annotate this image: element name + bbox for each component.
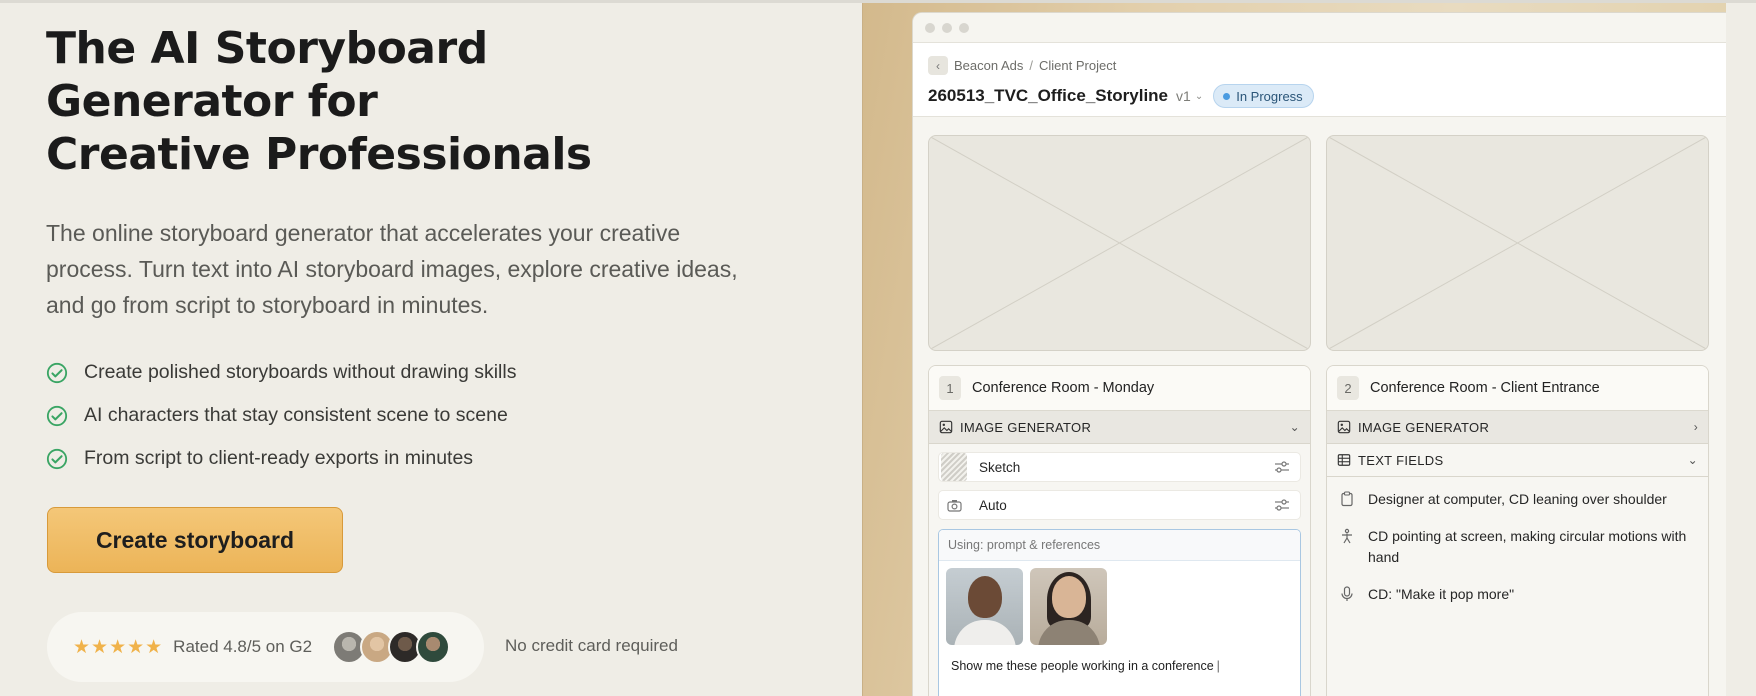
text-fields-section[interactable]: TEXT FIELDS ⌄	[1327, 444, 1708, 477]
camera-select[interactable]: Auto	[938, 490, 1301, 520]
hero-section: The AI Storyboard Generator for Creative…	[46, 22, 846, 480]
project-title: 260513_TVC_Office_Storyline	[928, 86, 1169, 105]
image-generator-section[interactable]: IMAGE GENERATOR ›	[1327, 411, 1708, 444]
sliders-icon[interactable]	[1274, 460, 1290, 474]
no-credit-card-note: No credit card required	[505, 636, 678, 655]
style-select[interactable]: Sketch	[938, 452, 1301, 482]
section-label: TEXT FIELDS	[1358, 452, 1444, 468]
app-window: ‹ Beacon Ads / Client Project 260513_TVC…	[912, 12, 1726, 696]
shot-image-placeholder	[928, 135, 1311, 351]
status-badge: In Progress	[1213, 84, 1314, 108]
feature-text: AI characters that stay consistent scene…	[84, 404, 508, 426]
shot-card: 1 Conference Room - Monday IMAGE GENERAT…	[928, 365, 1311, 696]
hero-title: The AI Storyboard Generator for Creative…	[46, 22, 846, 181]
text-field-row[interactable]: Designer at computer, CD leaning over sh…	[1327, 489, 1708, 510]
create-storyboard-button[interactable]: Create storyboard	[47, 507, 343, 573]
check-circle-icon	[46, 405, 68, 426]
feature-text: From script to client-ready exports in m…	[84, 447, 474, 469]
shot-image-placeholder	[1326, 135, 1709, 351]
text-caret: |	[1216, 659, 1220, 673]
hero-title-line: Generator for	[46, 76, 378, 127]
status-label: In Progress	[1236, 88, 1303, 104]
camera-value: Auto	[979, 497, 1007, 513]
check-circle-icon	[46, 448, 68, 469]
status-dot	[1223, 92, 1231, 100]
breadcrumb-item[interactable]: Beacon Ads	[954, 58, 1023, 73]
feature-text: Create polished storyboards without draw…	[84, 361, 517, 383]
image-icon	[939, 420, 953, 434]
prompt-value: Show me these people working in a confer…	[951, 659, 1214, 673]
camera-icon	[946, 499, 962, 512]
sketch-thumbnail	[941, 453, 967, 481]
image-icon	[1337, 420, 1351, 434]
shot-header: 2 Conference Room - Client Entrance	[1327, 366, 1708, 411]
chevron-down-icon[interactable]: ⌄	[1195, 91, 1203, 102]
chevron-down-icon[interactable]: ⌄	[1688, 453, 1698, 467]
text-field-value: Designer at computer, CD leaning over sh…	[1368, 491, 1667, 507]
reference-images	[939, 561, 1300, 645]
window-dot	[925, 22, 935, 33]
chevron-right-icon[interactable]: ›	[1694, 420, 1698, 434]
shot-title[interactable]: Conference Room - Client Entrance	[1370, 380, 1600, 396]
breadcrumb: ‹ Beacon Ads / Client Project	[928, 56, 1726, 75]
breadcrumb-item[interactable]: Client Project	[1039, 58, 1116, 73]
window-dot	[959, 22, 969, 33]
microphone-icon	[1341, 586, 1353, 601]
shot-card: 2 Conference Room - Client Entrance IMAG…	[1326, 365, 1709, 696]
shot-number: 1	[939, 376, 961, 400]
feature-list: Create polished storyboards without draw…	[46, 351, 846, 480]
feature-item: Create polished storyboards without draw…	[46, 351, 846, 394]
prompt-mode-label: Using: prompt & references	[939, 530, 1300, 561]
text-field-value: CD pointing at screen, making circular m…	[1368, 528, 1687, 565]
shot-header: 1 Conference Room - Monday	[929, 366, 1310, 411]
rating-badge: ★★★★★ Rated 4.8/5 on G2	[47, 612, 484, 682]
hero-subtitle: The online storyboard generator that acc…	[46, 220, 738, 318]
chevron-down-icon[interactable]: ⌄	[1290, 420, 1300, 434]
section-label: IMAGE GENERATOR	[960, 419, 1092, 435]
text-field-row[interactable]: CD: "Make it pop more"	[1327, 584, 1708, 605]
image-generator-section[interactable]: IMAGE GENERATOR ⌄	[929, 411, 1310, 444]
person-icon	[1342, 528, 1352, 544]
avatar	[416, 630, 451, 664]
clipboard-icon	[1341, 491, 1353, 507]
shot-title[interactable]: Conference Room - Monday	[972, 380, 1154, 396]
avatar-group	[332, 630, 451, 664]
rating-text: Rated 4.8/5 on G2	[173, 637, 313, 656]
sliders-icon[interactable]	[1274, 498, 1290, 512]
hero-title-line: The AI Storyboard	[46, 23, 488, 74]
version-select[interactable]: v1	[1176, 88, 1191, 104]
prompt-text[interactable]: Show me these people working in a confer…	[939, 645, 1300, 673]
reference-image[interactable]	[946, 568, 1023, 645]
window-dot	[942, 22, 952, 33]
reference-image[interactable]	[1030, 568, 1107, 645]
project-header: ‹ Beacon Ads / Client Project 260513_TVC…	[913, 43, 1726, 117]
text-field-row[interactable]: CD pointing at screen, making circular m…	[1327, 526, 1708, 568]
project-title-row: 260513_TVC_Office_Storyline v1 ⌄ In Prog…	[928, 84, 1726, 108]
section-label: IMAGE GENERATOR	[1358, 419, 1490, 435]
breadcrumb-separator: /	[1029, 58, 1034, 73]
star-rating-icon: ★★★★★	[73, 636, 164, 658]
window-titlebar	[913, 13, 1726, 43]
page-right-margin	[1726, 3, 1756, 696]
hero-title-line: Creative Professionals	[46, 129, 592, 180]
table-icon	[1337, 454, 1351, 466]
feature-item: AI characters that stay consistent scene…	[46, 394, 846, 437]
check-circle-icon	[46, 362, 68, 383]
shot-number: 2	[1337, 376, 1359, 400]
text-field-value: CD: "Make it pop more"	[1368, 586, 1515, 602]
prompt-input[interactable]: Using: prompt & references Show me these…	[938, 529, 1301, 696]
chevron-left-icon[interactable]: ‹	[928, 56, 948, 75]
feature-item: From script to client-ready exports in m…	[46, 437, 846, 480]
style-value: Sketch	[979, 459, 1021, 475]
